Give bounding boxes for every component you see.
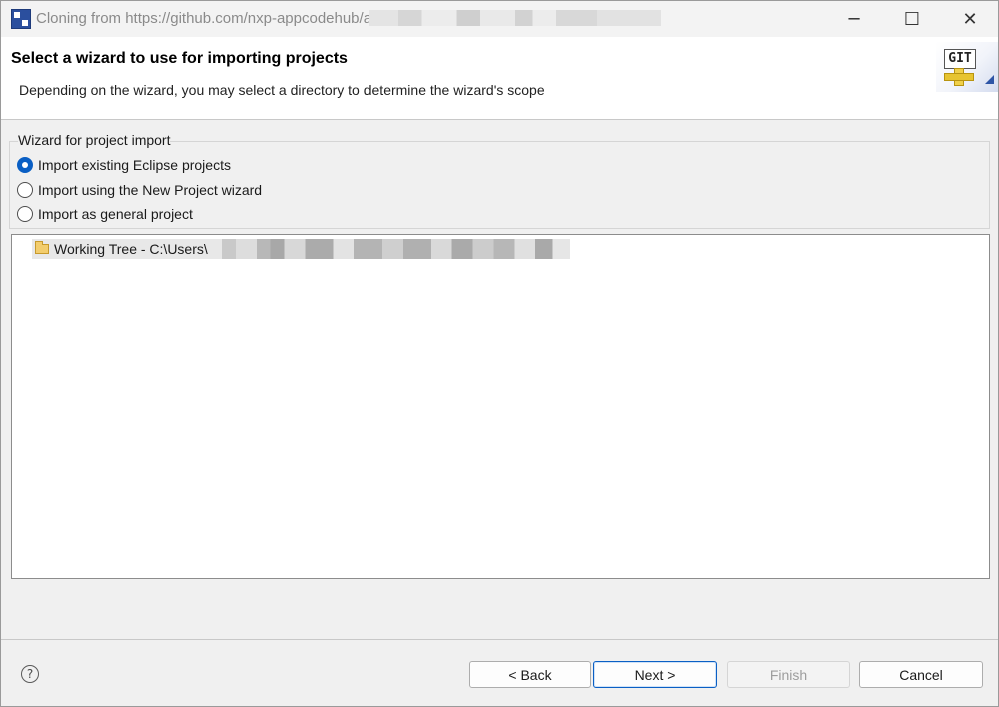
radio-import-existing[interactable]: Import existing Eclipse projects [17,154,231,176]
wizard-group-label: Wizard for project import [18,132,171,148]
radio-label: Import existing Eclipse projects [38,157,231,173]
cancel-button[interactable]: Cancel [859,661,983,688]
page-description: Depending on the wizard, you may select … [19,82,545,98]
radio-button[interactable] [17,157,33,173]
page-title: Select a wizard to use for importing pro… [11,50,348,67]
git-banner-icon: GIT [936,42,998,92]
next-button[interactable]: Next > [593,661,717,688]
wizard-header: Select a wizard to use for importing pro… [1,37,998,120]
git-pipe-bar [944,73,974,81]
radio-label: Import using the New Project wizard [38,182,263,198]
back-button[interactable]: < Back [469,661,591,688]
radio-import-general[interactable]: Import as general project [17,203,193,225]
redacted-path [222,239,570,259]
minimize-button[interactable]: ─ [825,1,883,37]
tree-item-working-tree[interactable]: Working Tree - C:\Users\ [32,239,570,259]
tree-item-label: Working Tree - C:\Users\ [54,241,208,257]
redacted-region [369,10,661,26]
radio-button[interactable] [17,206,33,222]
radio-label: Import as general project [38,206,193,222]
help-icon[interactable]: ? [21,665,39,683]
git-arrow-icon [985,75,994,84]
git-logo: GIT [944,49,976,69]
import-projects-dialog: Cloning from https://github.com/nxp-appc… [0,0,999,707]
close-button[interactable]: ✕ [941,1,998,37]
title-bar: Cloning from https://github.com/nxp-appc… [1,1,998,37]
radio-button[interactable] [17,182,33,198]
app-icon [11,9,31,29]
finish-button: Finish [727,661,850,688]
maximize-button[interactable]: ☐ [883,1,941,37]
folder-open-icon [35,241,49,254]
working-tree-panel[interactable]: Working Tree - C:\Users\ [11,234,990,579]
window-title: Cloning from https://github.com/nxp-appc… [36,10,373,27]
radio-import-new-project-wizard[interactable]: Import using the New Project wizard [17,179,262,201]
